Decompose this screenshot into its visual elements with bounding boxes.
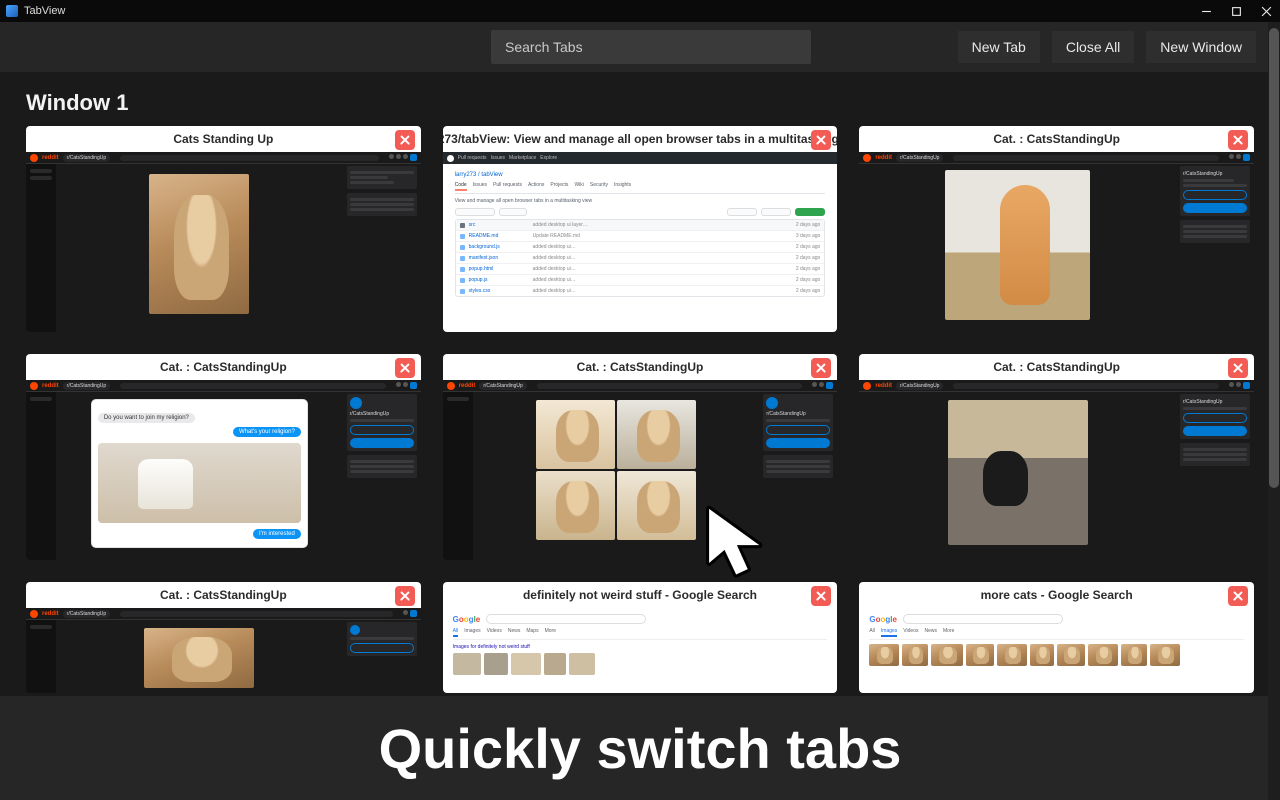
app-icon (6, 5, 18, 17)
tab-thumbnail: redditr/CatsStandingUp r/CatsStandingUp (859, 152, 1254, 332)
tab-title: Cats Standing Up (26, 126, 421, 152)
tabs-grid: Cats Standing Up redditr/CatsStandingUp … (0, 126, 1280, 693)
tab-card[interactable]: Cat. : CatsStandingUp redditr/CatsStandi… (859, 354, 1254, 560)
scrollbar-thumb[interactable] (1269, 28, 1279, 488)
tab-title: Cat. : CatsStandingUp (443, 354, 838, 380)
window-minimize-button[interactable] (1200, 5, 1212, 17)
tab-thumbnail: Google AllImagesVideosNewsMapsMore Image… (443, 608, 838, 693)
window-close-button[interactable] (1260, 5, 1272, 17)
tab-close-button[interactable] (1228, 130, 1248, 150)
promo-caption: Quickly switch tabs (0, 696, 1280, 800)
tab-title: Cat. : CatsStandingUp (26, 354, 421, 380)
tab-card[interactable]: Cat. : CatsStandingUp redditr/CatsStandi… (26, 354, 421, 560)
tab-title: more cats - Google Search (859, 582, 1254, 608)
tab-close-button[interactable] (395, 130, 415, 150)
tab-card[interactable]: Cat. : CatsStandingUp redditr/CatsStandi… (443, 354, 838, 560)
google-logo: Google (869, 615, 897, 624)
tab-thumbnail: redditr/CatsStandingUp (26, 608, 421, 693)
toolbar: New Tab Close All New Window (0, 22, 1280, 72)
tab-card[interactable]: larry273/tabView: View and manage all op… (443, 126, 838, 332)
tab-title: Cat. : CatsStandingUp (859, 126, 1254, 152)
new-window-button[interactable]: New Window (1146, 31, 1256, 63)
tab-thumbnail: redditr/CatsStandingUp r/CatsStandingUp (443, 380, 838, 560)
google-logo: Google (453, 615, 481, 624)
tab-close-button[interactable] (1228, 358, 1248, 378)
tab-close-button[interactable] (1228, 586, 1248, 606)
search-field-wrap[interactable] (491, 30, 811, 64)
tab-close-button[interactable] (395, 358, 415, 378)
tab-title: definitely not weird stuff - Google Sear… (443, 582, 838, 608)
tab-card[interactable]: Cats Standing Up redditr/CatsStandingUp (26, 126, 421, 332)
tab-title: Cat. : CatsStandingUp (26, 582, 421, 608)
window-titlebar: TabView (0, 0, 1280, 22)
close-all-button[interactable]: Close All (1052, 31, 1134, 63)
tab-thumbnail: Pull requestsIssuesMarketplaceExplore la… (443, 152, 838, 332)
tab-card[interactable]: Cat. : CatsStandingUp redditr/CatsStandi… (26, 582, 421, 693)
window-maximize-button[interactable] (1230, 5, 1242, 17)
tab-card[interactable]: more cats - Google Search Google AllImag… (859, 582, 1254, 693)
tab-close-button[interactable] (811, 130, 831, 150)
search-input[interactable] (505, 39, 797, 55)
tab-close-button[interactable] (395, 586, 415, 606)
tab-thumbnail: Google AllImagesVideosNewsMore (859, 608, 1254, 693)
tab-card[interactable]: definitely not weird stuff - Google Sear… (443, 582, 838, 693)
window-group-title: Window 1 (0, 72, 1280, 126)
vertical-scrollbar[interactable] (1268, 22, 1280, 800)
tab-card[interactable]: Cat. : CatsStandingUp redditr/CatsStandi… (859, 126, 1254, 332)
new-tab-button[interactable]: New Tab (958, 31, 1040, 63)
tab-title: larry273/tabView: View and manage all op… (443, 126, 838, 152)
tab-thumbnail: redditr/CatsStandingUp (26, 152, 421, 332)
tab-thumbnail: redditr/CatsStandingUp Do you want to jo… (26, 380, 421, 560)
tab-title: Cat. : CatsStandingUp (859, 354, 1254, 380)
tab-close-button[interactable] (811, 586, 831, 606)
tab-close-button[interactable] (811, 358, 831, 378)
tab-thumbnail: redditr/CatsStandingUp r/CatsStandingUp (859, 380, 1254, 560)
app-name: TabView (24, 5, 65, 17)
